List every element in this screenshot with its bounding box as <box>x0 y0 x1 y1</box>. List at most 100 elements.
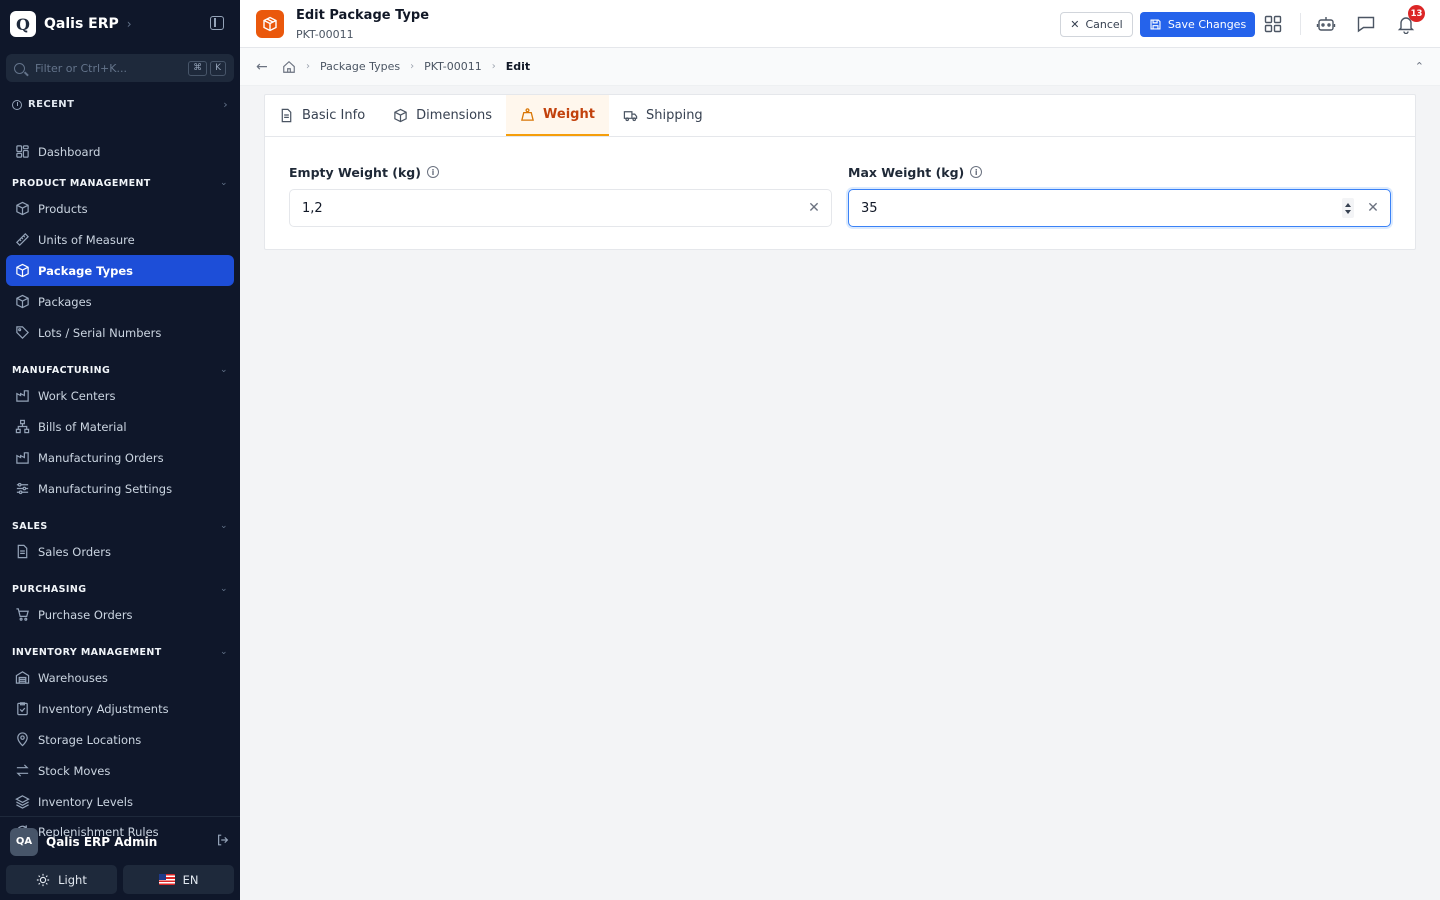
search-icon <box>14 62 25 74</box>
theme-toggle-button[interactable]: Light <box>6 865 117 894</box>
sidebar-item-package-types[interactable]: Package Types <box>6 255 234 286</box>
box-icon <box>14 263 30 279</box>
cart-icon <box>14 607 30 623</box>
chevron-right-icon: › <box>491 61 496 72</box>
sidebar-item-label: Dashboard <box>38 144 101 159</box>
sidebar-item-inventory-adjustments[interactable]: Inventory Adjustments <box>6 693 234 724</box>
tab-shipping[interactable]: Shipping <box>609 95 717 136</box>
section-title: INVENTORY MANAGEMENT <box>12 646 162 658</box>
tab-basic-info[interactable]: Basic Info <box>265 95 379 136</box>
recent-toggle[interactable]: RECENT › <box>12 98 228 111</box>
info-icon[interactable]: i <box>426 166 439 178</box>
sidebar-item-label: Stock Moves <box>38 763 111 778</box>
sidebar-item-lots-serial-numbers[interactable]: Lots / Serial Numbers <box>6 317 234 348</box>
cancel-button[interactable]: ✕ Cancel <box>1060 12 1133 37</box>
sun-icon <box>37 873 50 886</box>
chevron-down-icon: ⌄ <box>220 521 228 531</box>
sidebar-item-label: Storage Locations <box>38 732 142 747</box>
chevron-right-icon: › <box>223 98 228 111</box>
tab-dimensions[interactable]: Dimensions <box>379 95 506 136</box>
breadcrumb-pkt-id[interactable]: PKT-00011 <box>424 60 482 73</box>
tab-label: Shipping <box>645 108 703 123</box>
sidebar-item-label: Warehouses <box>38 670 108 685</box>
factory-icon <box>14 450 30 466</box>
info-icon[interactable]: i <box>970 166 983 178</box>
edit-form-card: Basic Info Dimensions Weight Shipping Em… <box>264 94 1416 250</box>
chevron-down-icon: ⌄ <box>220 647 228 657</box>
sidebar-item-dashboard[interactable]: Dashboard <box>6 136 234 167</box>
clear-icon[interactable]: ✕ <box>807 200 821 216</box>
sidebar-item-label: Packages <box>38 294 92 309</box>
sidebar-item-label: Manufacturing Settings <box>38 481 173 496</box>
sidebar-item-label: Lots / Serial Numbers <box>38 325 162 340</box>
save-icon <box>1150 19 1161 30</box>
empty-weight-field-group: Empty Weight (kg) i ✕ <box>289 163 832 227</box>
sidebar-item-manufacturing-settings[interactable]: Manufacturing Settings <box>6 473 234 504</box>
close-icon: ✕ <box>1070 18 1080 31</box>
user-name: Qalis ERP Admin <box>46 834 158 849</box>
sidebar-item-units-of-measure[interactable]: Units of Measure <box>6 224 234 255</box>
section-product-management[interactable]: PRODUCT MANAGEMENT ⌄ <box>6 173 234 193</box>
package-icon <box>256 10 284 38</box>
chevron-up-icon[interactable]: ⌃ <box>1415 60 1424 73</box>
save-changes-button[interactable]: Save Changes <box>1140 12 1255 37</box>
sidebar-item-warehouses[interactable]: Warehouses <box>6 662 234 693</box>
clear-icon[interactable]: ✕ <box>1366 200 1380 216</box>
home-icon[interactable] <box>282 60 296 74</box>
brand[interactable]: Q Qalis ERP › <box>10 10 230 38</box>
sidebar-item-label: Bills of Material <box>38 419 127 434</box>
sidebar-item-label: Sales Orders <box>38 544 111 559</box>
section-manufacturing[interactable]: MANUFACTURING ⌄ <box>6 360 234 380</box>
weight-fields: Empty Weight (kg) i ✕ Max Weight (kg) i … <box>289 163 1391 227</box>
sidebar-item-purchase-orders[interactable]: Purchase Orders <box>6 599 234 630</box>
breadcrumb: ← › Package Types › PKT-00011 › Edit ⌃ <box>240 48 1440 86</box>
clipboard-check-icon <box>14 701 30 717</box>
cancel-label: Cancel <box>1085 18 1123 31</box>
back-arrow-icon[interactable]: ← <box>256 59 270 75</box>
sidebar-collapse-icon[interactable] <box>210 16 224 30</box>
kbd-cmd: ⌘ <box>188 60 208 76</box>
robot-icon[interactable] <box>1314 12 1338 36</box>
apps-grid-icon[interactable] <box>1261 12 1285 36</box>
breadcrumb-package-types[interactable]: Package Types <box>320 60 400 73</box>
stepper-up-icon[interactable] <box>1345 202 1351 207</box>
sidebar-item-label: Package Types <box>38 263 133 278</box>
tab-label: Dimensions <box>416 108 493 123</box>
chevron-down-icon: ⌄ <box>220 584 228 594</box>
document-icon <box>14 544 30 560</box>
max-weight-label: Max Weight (kg) i <box>848 163 1391 181</box>
sidebar-item-stock-moves[interactable]: Stock Moves <box>6 755 234 786</box>
sidebar-item-products[interactable]: Products <box>6 193 234 224</box>
sidebar-item-inventory-levels[interactable]: Inventory Levels <box>6 786 234 817</box>
sidebar-item-manufacturing-orders[interactable]: Manufacturing Orders <box>6 442 234 473</box>
max-weight-field-group: Max Weight (kg) i ✕ <box>848 163 1391 227</box>
tab-weight[interactable]: Weight <box>506 95 609 136</box>
sidebar-item-sales-orders[interactable]: Sales Orders <box>6 536 234 567</box>
brand-logo: Q <box>10 11 36 37</box>
max-weight-input-wrapper: ✕ <box>848 189 1391 227</box>
chevron-down-icon: ⌄ <box>220 365 228 375</box>
sidebar-item-label: Work Centers <box>38 388 116 403</box>
max-weight-input[interactable] <box>861 200 1342 216</box>
page-subtitle: PKT-00011 <box>296 28 354 41</box>
section-sales[interactable]: SALES ⌄ <box>6 516 234 536</box>
stepper-down-icon[interactable] <box>1345 209 1351 214</box>
logout-icon[interactable] <box>216 833 230 851</box>
language-button[interactable]: EN <box>123 865 234 894</box>
sidebar-filter-input[interactable]: Filter or Ctrl+K... ⌘ K <box>6 54 234 82</box>
sidebar-item-work-centers[interactable]: Work Centers <box>6 380 234 411</box>
empty-weight-input-wrapper: ✕ <box>289 189 832 227</box>
sidebar-item-packages[interactable]: Packages <box>6 286 234 317</box>
hierarchy-icon <box>14 419 30 435</box>
language-label: EN <box>182 872 199 887</box>
notification-badge: 13 <box>1408 5 1425 22</box>
chat-icon[interactable] <box>1354 12 1378 36</box>
number-stepper[interactable] <box>1342 198 1354 218</box>
sidebar-item-bills-of-material[interactable]: Bills of Material <box>6 411 234 442</box>
empty-weight-input[interactable] <box>302 200 807 216</box>
user-profile[interactable]: QA Qalis ERP Admin <box>0 816 240 866</box>
section-inventory-management[interactable]: INVENTORY MANAGEMENT ⌄ <box>6 642 234 662</box>
sidebar-item-storage-locations[interactable]: Storage Locations <box>6 724 234 755</box>
bottom-controls: Light EN <box>6 865 234 894</box>
section-purchasing[interactable]: PURCHASING ⌄ <box>6 579 234 599</box>
